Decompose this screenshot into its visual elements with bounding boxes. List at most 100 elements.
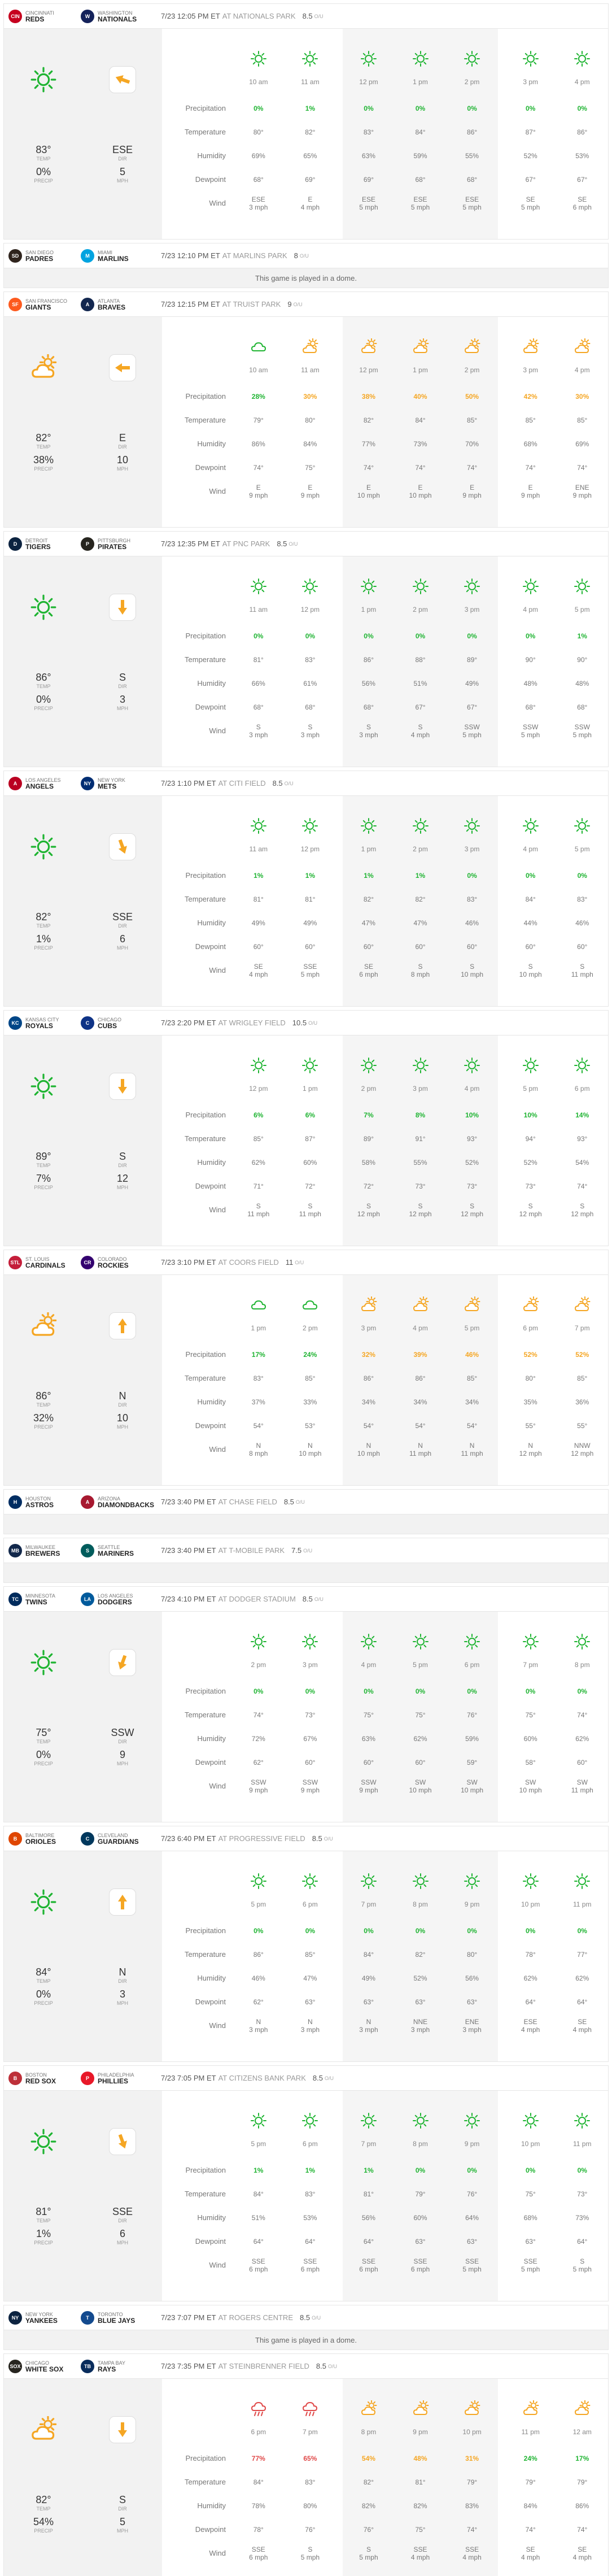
- team-logo-icon: C: [81, 1016, 94, 1030]
- ballpark-name[interactable]: AT COORS FIELD: [218, 1258, 279, 1267]
- team-logo-icon: W: [81, 9, 94, 23]
- ballpark-name[interactable]: AT DODGER STADIUM: [218, 1595, 296, 1603]
- hour-precip: 1%: [415, 872, 426, 880]
- forecast-body: 81° TEMP 1% PRECIP SSE DIR 6 MPH Precipitati…: [4, 2091, 608, 2301]
- hour-dewpoint: 73°: [415, 1182, 426, 1190]
- away-team[interactable]: H Houston Astros: [8, 1495, 81, 1509]
- away-team[interactable]: B Baltimore Orioles: [8, 1831, 81, 1846]
- away-team[interactable]: SD San Diego Padres: [8, 249, 81, 263]
- ballpark-name[interactable]: AT CITIZENS BANK PARK: [218, 2074, 306, 2082]
- hour-dewpoint: 64°: [577, 2238, 588, 2246]
- hour-humidity: 68%: [523, 2214, 537, 2222]
- hour-temp: 80°: [253, 128, 264, 136]
- ballpark-name[interactable]: AT PNC PARK: [222, 539, 270, 548]
- hour-dewpoint: 75°: [305, 464, 316, 472]
- hour-temp: 90°: [525, 656, 536, 664]
- ballpark-name[interactable]: AT T-MOBILE PARK: [218, 1546, 285, 1555]
- game-time: 7/23 6:40 PM ET: [161, 1834, 216, 1843]
- home-team[interactable]: T Toronto Blue Jays: [81, 2310, 153, 2325]
- hour-wind: E 10 mph: [409, 484, 432, 499]
- home-team[interactable]: A Atlanta Braves: [81, 297, 153, 311]
- away-team[interactable]: STL St. Louis Cardinals: [8, 1255, 81, 1269]
- hour-temp: 86°: [253, 1951, 264, 1959]
- over-under-label: O/U: [312, 2314, 321, 2321]
- home-team[interactable]: TB Tampa Bay Rays: [81, 2359, 153, 2373]
- home-team[interactable]: S Seattle Mariners: [81, 1543, 153, 1557]
- game-summary: 89° TEMP 7% PRECIP S DIR 12 MPH: [4, 1035, 162, 1246]
- home-team[interactable]: C Chicago Cubs: [81, 1016, 153, 1030]
- ballpark-name[interactable]: AT PROGRESSIVE FIELD: [218, 1834, 305, 1843]
- ballpark-name[interactable]: AT TRUIST PARK: [222, 300, 281, 308]
- hour-wind: S5 mph: [359, 2545, 378, 2561]
- hour-time: 3 pm: [464, 606, 480, 613]
- hour-time: 5 pm: [251, 1900, 266, 1908]
- away-team[interactable]: NY New York Yankees: [8, 2310, 81, 2325]
- away-team[interactable]: SF San Francisco Giants: [8, 297, 81, 311]
- hour-time: 12 am: [572, 2428, 592, 2436]
- hour-precip: 6%: [253, 1111, 264, 1119]
- away-team[interactable]: A Los Angeles Angels: [8, 776, 81, 790]
- team-name: Orioles: [25, 1837, 56, 1846]
- forecast-body: 82° TEMP 38% PRECIP E DIR 10 MPH Precipitati…: [4, 317, 608, 527]
- hour-column: 2 pm 50% 85° 70% 74° E9 mph: [446, 317, 498, 527]
- hour-precip: 30%: [575, 393, 589, 401]
- summary-wind-speed: 3: [119, 694, 125, 705]
- summary-temp: 75°: [36, 1727, 51, 1738]
- hour-humidity: 73%: [413, 440, 427, 448]
- hour-time: 9 pm: [413, 2428, 428, 2436]
- summary-precip: 54%: [33, 2516, 54, 2527]
- sun-icon: [343, 556, 395, 595]
- away-team[interactable]: SOX Chicago White Sox: [8, 2359, 81, 2373]
- away-team[interactable]: TC Minnesota Twins: [8, 1592, 81, 1606]
- over-under-value: 8.5: [272, 779, 283, 787]
- hour-temp: 85°: [525, 416, 536, 424]
- home-team[interactable]: M Miami Marlins: [81, 249, 153, 263]
- hour-temp: 82°: [415, 895, 426, 903]
- home-team[interactable]: W Washington Nationals: [81, 9, 153, 23]
- home-team[interactable]: NY New York Mets: [81, 776, 153, 790]
- hourly-forecast: Precipitation Temperature Humidity Dewpo…: [162, 29, 608, 239]
- hour-wind: SW 10 mph: [461, 1778, 484, 1794]
- home-team[interactable]: P Pittsburgh Pirates: [81, 537, 153, 551]
- game-time: 7/23 7:05 PM ET: [161, 2074, 216, 2082]
- away-team[interactable]: KC Kansas City Royals: [8, 1016, 81, 1030]
- hour-precip: 0%: [253, 105, 264, 112]
- home-team[interactable]: A Arizona Diamondbacks: [81, 1495, 154, 1509]
- away-team[interactable]: MB Milwaukee Brewers: [8, 1543, 81, 1557]
- ballpark-name[interactable]: AT CHASE FIELD: [218, 1498, 277, 1506]
- over-under-label: O/U: [284, 780, 294, 786]
- ballpark-name[interactable]: AT NATIONALS PARK: [222, 12, 296, 20]
- ballpark-name[interactable]: AT ROGERS CENTRE: [218, 2313, 293, 2322]
- hour-time: 10 am: [249, 78, 268, 86]
- hour-dewpoint: 69°: [305, 176, 316, 184]
- hour-humidity: 46%: [465, 919, 479, 927]
- hour-column: 5 pm 0% 83° 46% 60° S 11 mph: [556, 796, 608, 1006]
- ballpark-name[interactable]: AT STEINBRENNER FIELD: [218, 2362, 309, 2370]
- home-team[interactable]: CR Colorado Rockies: [81, 1255, 153, 1269]
- home-team[interactable]: P Philadelphia Phillies: [81, 2071, 153, 2085]
- home-team[interactable]: LA Los Angeles Dodgers: [81, 1592, 153, 1606]
- ballpark-name[interactable]: AT WRIGLEY FIELD: [218, 1019, 286, 1027]
- row-labels: Precipitation Temperature Humidity Dewpo…: [185, 2454, 226, 2557]
- hour-precip: 38%: [361, 393, 375, 401]
- hour-temp: 91°: [415, 1135, 426, 1143]
- sun-icon: [395, 556, 447, 595]
- hour-time: 6 pm: [251, 2428, 266, 2436]
- game-time: 7/23 12:15 PM ET: [161, 300, 220, 308]
- home-team[interactable]: C Cleveland Guardians: [81, 1831, 153, 1846]
- away-team[interactable]: CIN Cincinnati Reds: [8, 9, 81, 23]
- ballpark-name[interactable]: AT MARLINS PARK: [222, 251, 287, 260]
- team-logo-icon: T: [81, 2310, 94, 2325]
- hour-wind: SSE 6 mph: [300, 2257, 320, 2273]
- hour-time: 10 am: [249, 366, 268, 374]
- hour-time: 5 pm: [574, 845, 590, 853]
- away-team[interactable]: D Detroit Tigers: [8, 537, 81, 551]
- hour-column: 12 pm 6% 85° 62% 71° S 11 mph: [233, 1035, 285, 1246]
- team-logo-icon: SD: [8, 249, 22, 263]
- ballpark-name[interactable]: AT CITI FIELD: [218, 779, 266, 787]
- away-team[interactable]: B Boston Red Sox: [8, 2071, 81, 2085]
- team-name: Astros: [25, 1500, 54, 1509]
- hour-column: 11 am 1% 82° 65% 69° E4 mph: [285, 29, 336, 239]
- sun-icon: [395, 29, 447, 67]
- hour-temp: 78°: [525, 1951, 536, 1959]
